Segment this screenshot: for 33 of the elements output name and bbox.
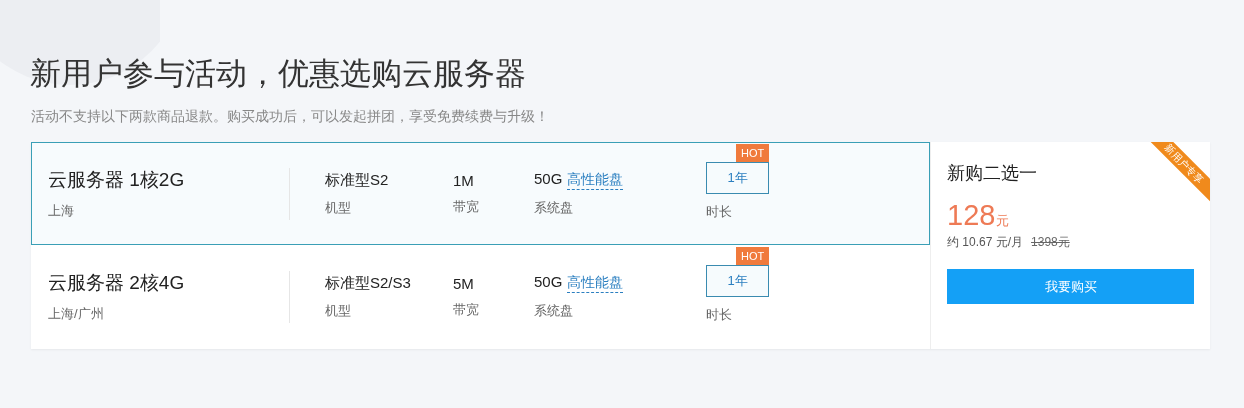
duration-option[interactable]: 1年 [706, 162, 769, 194]
offer-title: 新购二选一 [947, 162, 1037, 185]
hot-badge: HOT [736, 144, 770, 162]
plan-row[interactable]: 云服务器 1核2G 上海 标准型S2 机型 1M 带宽 50G 高性能盘 系统盘 HOT 1年 时长 [31, 142, 930, 245]
duration-label: 时长 [706, 203, 733, 221]
disk-label: 系统盘 [534, 302, 574, 320]
disk-type-link[interactable]: 高性能盘 [567, 274, 624, 293]
duration-option[interactable]: 1年 [706, 265, 769, 297]
plan-name: 云服务器 2核4G [48, 271, 186, 295]
price-value: 128 [947, 198, 996, 232]
monthly-price: 约 10.67 元/月 [947, 234, 1024, 251]
disk-type-link[interactable]: 高性能盘 [567, 171, 624, 190]
original-price: 1398元 [1031, 234, 1070, 251]
model-label: 机型 [325, 198, 352, 217]
model-value: 标准型S2 [325, 170, 390, 190]
buy-button[interactable]: 我要购买 [947, 269, 1194, 304]
disk-size: 50G [534, 273, 563, 290]
price-unit: 元 [996, 212, 1010, 230]
plan-region: 上海/广州 [48, 305, 105, 323]
model-value: 标准型S2/S3 [325, 273, 412, 293]
model-label: 机型 [325, 301, 352, 320]
disk-label: 系统盘 [534, 199, 574, 217]
bandwidth-value: 5M [453, 274, 475, 292]
duration-label: 时长 [706, 306, 733, 324]
hot-badge: HOT [736, 247, 770, 265]
plan-name: 云服务器 1核2G [48, 168, 186, 192]
bandwidth-value: 1M [453, 171, 475, 189]
plan-region: 上海 [48, 202, 75, 220]
disk-size: 50G [534, 170, 563, 187]
page-title: 新用户参与活动，优惠选购云服务器 [30, 55, 527, 93]
bandwidth-label: 带宽 [453, 197, 480, 216]
bandwidth-label: 带宽 [453, 300, 480, 319]
notice-text: 活动不支持以下两款商品退款。购买成功后，可以发起拼团，享受免费续费与升级！ [31, 107, 550, 126]
